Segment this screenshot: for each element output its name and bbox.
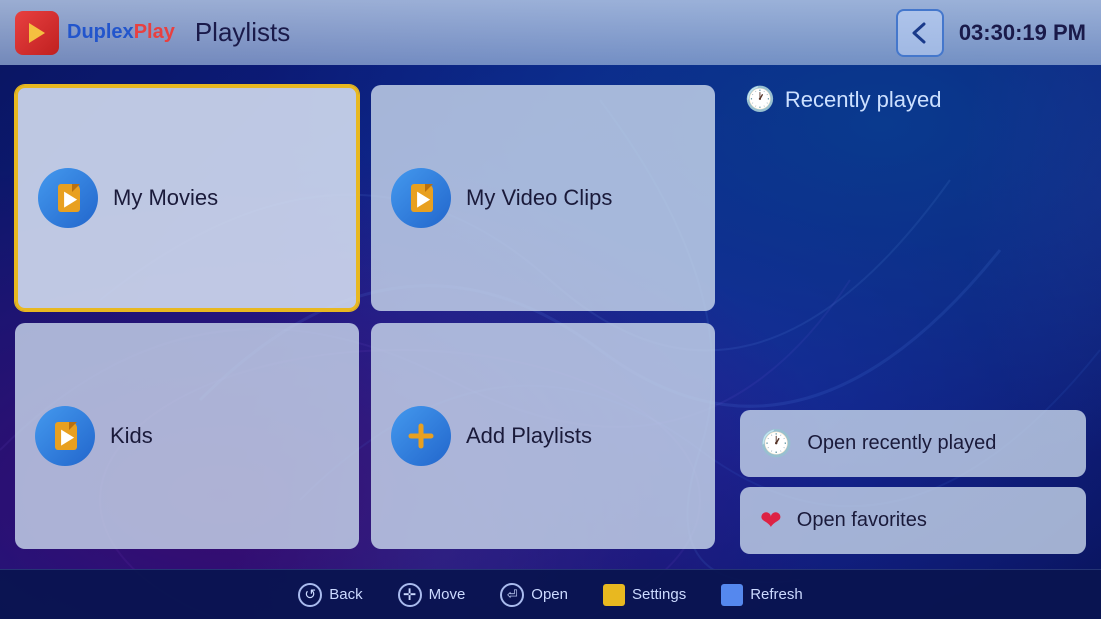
- header-right: 03:30:19 PM: [896, 9, 1086, 57]
- page-title: Playlists: [195, 17, 290, 48]
- playlist-item-add-playlists[interactable]: Add Playlists: [371, 323, 715, 549]
- play-page-icon-2: [409, 184, 433, 212]
- play-page-icon: [56, 184, 80, 212]
- move-cross-icon: ✛: [398, 583, 422, 607]
- move-label: Move: [429, 586, 466, 603]
- settings-label: Settings: [632, 586, 686, 603]
- bottom-settings[interactable]: Settings: [603, 584, 686, 606]
- main-content: My Movies My Video Clips Kids: [0, 65, 1101, 569]
- recently-played-action-icon: 🕐: [760, 428, 792, 459]
- refresh-label: Refresh: [750, 586, 803, 603]
- playlist-item-my-movies[interactable]: My Movies: [15, 85, 359, 311]
- logo-text: DuplexPlay: [67, 21, 175, 44]
- my-movies-icon: [38, 168, 98, 228]
- refresh-blue-icon: [721, 584, 743, 606]
- open-favorites-label: Open favorites: [797, 509, 927, 532]
- open-enter-icon: ⏎: [500, 583, 524, 607]
- recently-played-clock-icon: 🕐: [745, 85, 775, 114]
- bottom-refresh[interactable]: Refresh: [721, 584, 803, 606]
- bottom-open[interactable]: ⏎ Open: [500, 583, 568, 607]
- logo-icon: [15, 11, 59, 55]
- my-video-clips-icon: [391, 168, 451, 228]
- right-panel: 🕐 Recently played 🕐 Open recently played…: [730, 65, 1101, 569]
- my-movies-label: My Movies: [113, 185, 218, 211]
- open-recently-played-label: Open recently played: [807, 432, 996, 455]
- back-label: Back: [329, 586, 362, 603]
- kids-label: Kids: [110, 423, 153, 449]
- header: DuplexPlay Playlists 03:30:19 PM: [0, 0, 1101, 65]
- back-button[interactable]: [896, 9, 944, 57]
- settings-yellow-icon: [603, 584, 625, 606]
- recently-played-title: Recently played: [785, 87, 942, 113]
- logo-svg: [23, 19, 51, 47]
- bottom-bar: ↺ Back ✛ Move ⏎ Open Settings Refresh: [0, 569, 1101, 619]
- my-video-clips-label: My Video Clips: [466, 185, 612, 211]
- open-recently-played-button[interactable]: 🕐 Open recently played: [740, 410, 1086, 477]
- plus-icon: [405, 420, 437, 452]
- bottom-back[interactable]: ↺ Back: [298, 583, 362, 607]
- add-playlists-label: Add Playlists: [466, 423, 592, 449]
- playlist-item-my-video-clips[interactable]: My Video Clips: [371, 85, 715, 311]
- back-arrow-icon: [906, 19, 934, 47]
- add-playlists-icon: [391, 406, 451, 466]
- recently-played-header: 🕐 Recently played: [740, 80, 1086, 124]
- playlist-grid: My Movies My Video Clips Kids: [0, 65, 730, 569]
- open-label: Open: [531, 586, 568, 603]
- logo-area: DuplexPlay: [15, 11, 175, 55]
- favorites-heart-icon: ❤: [760, 505, 782, 536]
- kids-icon: [35, 406, 95, 466]
- spacer: [740, 134, 1086, 400]
- back-circle-icon: ↺: [298, 583, 322, 607]
- play-page-icon-3: [53, 422, 77, 450]
- playlist-item-kids[interactable]: Kids: [15, 323, 359, 549]
- bottom-move[interactable]: ✛ Move: [398, 583, 466, 607]
- open-favorites-button[interactable]: ❤ Open favorites: [740, 487, 1086, 554]
- time-display: 03:30:19 PM: [959, 20, 1086, 46]
